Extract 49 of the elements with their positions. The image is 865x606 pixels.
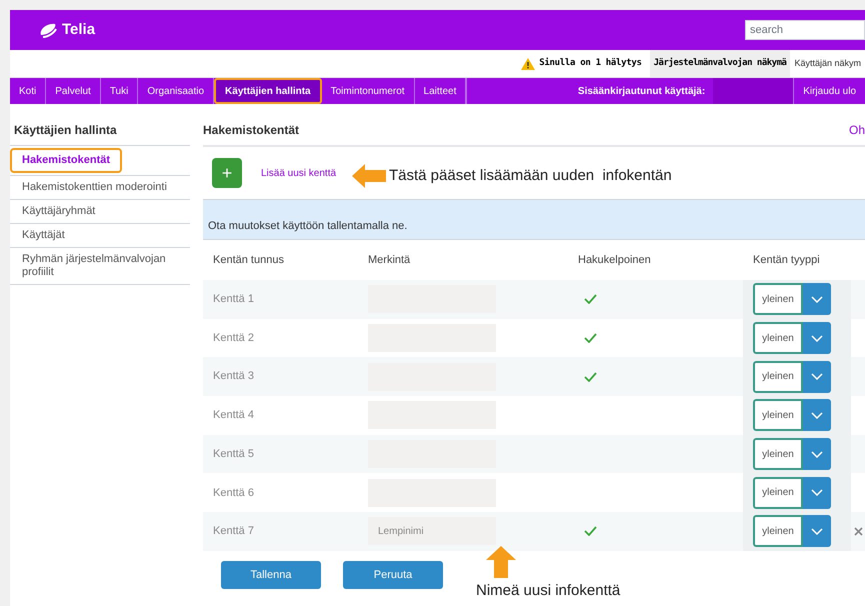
view-tab[interactable]: Järjestelmänvalvojan näkymä: [650, 50, 790, 77]
chevron-down-icon: [811, 334, 823, 342]
alert-text: Sinulla on 1 hälytys: [539, 56, 642, 70]
logo-icon: [38, 21, 58, 39]
sidebar-item[interactable]: Käyttäjäryhmät: [10, 202, 190, 220]
column-header: Merkintä: [368, 252, 412, 268]
nav-tab[interactable]: Palvelut: [46, 78, 101, 104]
column-header: Kentän tyyppi: [752, 252, 821, 268]
column-header: Kentän tunnus: [212, 252, 285, 268]
logged-in-label: Sisäänkirjautunut käyttäjä:: [578, 84, 706, 98]
chevron-down-icon: [811, 373, 823, 380]
table-cell-text: Kenttä 4: [212, 408, 255, 424]
nav-tab[interactable]: Laitteet: [414, 78, 466, 104]
chevron-down-icon: [811, 450, 823, 458]
arrow-left-icon: [352, 164, 386, 188]
chevron-down-icon: [811, 296, 823, 303]
add-button[interactable]: +: [212, 158, 242, 188]
callout-text: Nimeä uusi infokenttä: [476, 581, 620, 601]
sidebar-item[interactable]: Käyttäjät: [10, 226, 190, 244]
table-cell-text: Kenttä 2: [212, 330, 255, 346]
help-link[interactable]: Oh: [848, 121, 865, 139]
logo-text: Telia: [62, 20, 96, 40]
chevron-down-icon: [811, 489, 823, 496]
table-cell-text: Kenttä 6: [212, 486, 255, 501]
logout-link[interactable]: Kirjaudu ulo: [793, 78, 865, 104]
nav-tab[interactable]: Koti: [10, 78, 46, 104]
table-cell-text: Kenttä 7: [212, 524, 255, 540]
info-notice: Ota muutokset käyttöön tallentamalla ne.: [203, 199, 865, 240]
add-field-link[interactable]: Lisää uusi kenttä: [261, 166, 336, 180]
action-button[interactable]: Peruuta: [343, 560, 443, 589]
table-cell-text: Kenttä 3: [212, 369, 255, 384]
nav-tab[interactable]: Käyttäjien hallinta: [214, 78, 322, 104]
warning-icon: [521, 58, 536, 70]
page-title: Hakemistokentät: [203, 122, 300, 139]
chevron-down-icon: [811, 528, 823, 535]
sidebar-item[interactable]: Hakemistokentät: [10, 148, 122, 172]
search-field[interactable]: search: [745, 20, 865, 40]
column-header: Hakukelpoinen: [578, 252, 652, 268]
table-cell-text: Kenttä 1: [212, 292, 255, 308]
nav-tab[interactable]: Tuki: [100, 78, 138, 104]
action-button[interactable]: Tallenna: [221, 560, 321, 589]
sidebar-item[interactable]: Hakemistokenttien moderointi: [10, 178, 190, 196]
nav-tab[interactable]: Toimintonumerot: [322, 78, 415, 104]
sidebar-item[interactable]: Ryhmän järjestelmänvalvojan profiilit: [10, 250, 190, 282]
chevron-down-icon: [811, 412, 823, 419]
callout-text: Tästä pääset lisäämään uuden infokentän: [389, 166, 672, 186]
table-cell-text: Kenttä 5: [212, 446, 255, 462]
sidebar-title: Käyttäjien hallinta: [10, 121, 190, 146]
arrow-up-icon: [486, 546, 516, 578]
